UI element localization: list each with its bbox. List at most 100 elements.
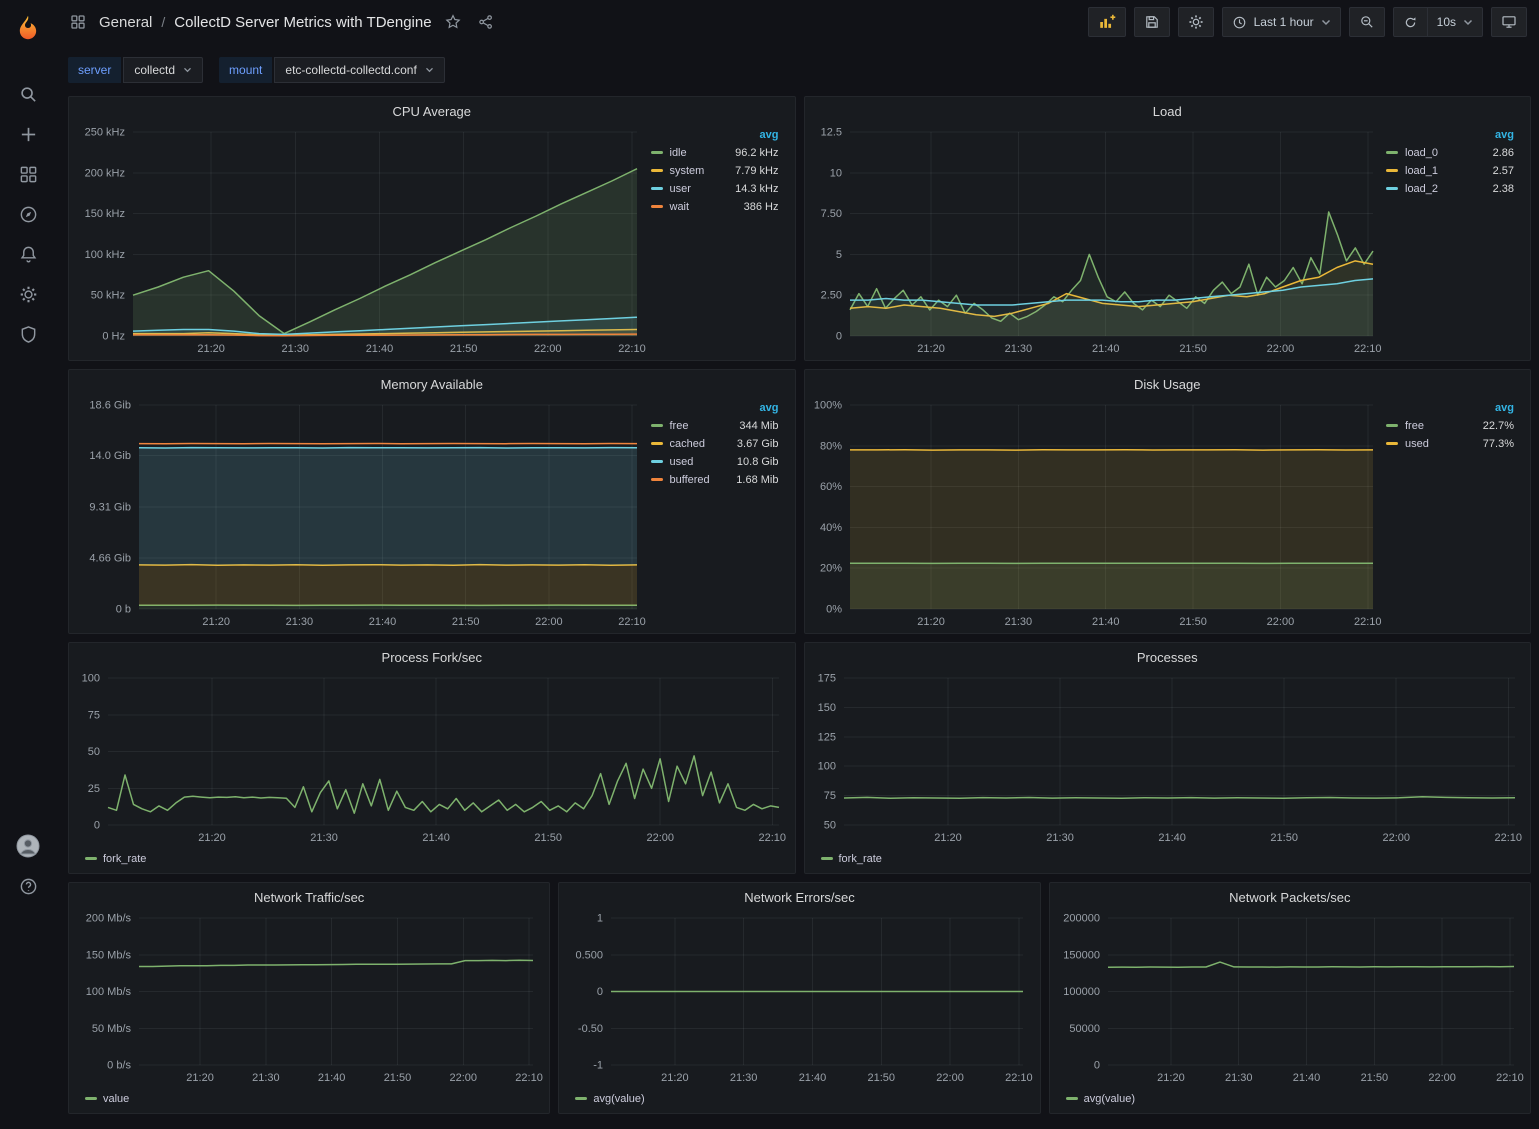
legend-item[interactable]: cached [649, 435, 725, 453]
panel-title[interactable]: Network Errors/sec [559, 883, 1039, 908]
grafana-logo[interactable] [8, 8, 48, 48]
svg-text:21:20: 21:20 [197, 343, 225, 355]
chart-network-traffic[interactable]: 0 b/s50 Mb/s100 Mb/s150 Mb/s200 Mb/s21:2… [75, 908, 543, 1087]
panel-title[interactable]: Processes [805, 643, 1531, 668]
help-icon [19, 877, 38, 896]
svg-text:21:30: 21:30 [1046, 832, 1074, 844]
svg-text:22:10: 22:10 [1494, 832, 1522, 844]
chart-memory-available[interactable]: 0 b4.66 Gib9.31 Gib14.0 Gib18.6 Gib21:20… [75, 395, 647, 631]
save-dashboard-button[interactable] [1134, 7, 1170, 37]
legend-avg-value: 2.38 [1475, 180, 1516, 198]
legend-row: load_12.57 [1384, 162, 1516, 180]
dashboard-settings-button[interactable] [1178, 7, 1214, 37]
legend-item[interactable]: idle [649, 144, 722, 162]
zoom-out-button[interactable] [1349, 7, 1385, 37]
cycle-view-button[interactable] [1491, 7, 1527, 37]
sidebar-item-dashboards[interactable] [10, 162, 46, 186]
main-area: General / CollectD Server Metrics with T… [56, 0, 1539, 1129]
legend-item[interactable]: used [1384, 435, 1459, 453]
svg-text:22:00: 22:00 [1266, 616, 1294, 628]
svg-text:21:20: 21:20 [934, 832, 962, 844]
sidebar-bottom [0, 834, 56, 898]
chart-load[interactable]: 02.5057.501012.521:2021:3021:4021:5022:0… [811, 122, 1383, 358]
series-color-swatch [575, 1097, 587, 1100]
variable-value-dropdown[interactable]: etc-collectd-collectd.conf [274, 57, 444, 83]
chart-processes[interactable]: 507510012515017521:2021:3021:4021:5022:0… [811, 668, 1525, 847]
legend-item[interactable]: used [649, 453, 725, 471]
svg-text:21:40: 21:40 [369, 616, 397, 628]
sidebar-item-server-admin[interactable] [10, 322, 46, 346]
svg-text:21:30: 21:30 [1004, 343, 1032, 355]
share-button[interactable] [474, 12, 498, 32]
svg-text:22:00: 22:00 [1428, 1072, 1456, 1084]
legend-item[interactable]: buffered [649, 471, 725, 489]
toolbar: Last 1 hour 10s [1088, 7, 1527, 37]
legend-item[interactable]: free [1384, 417, 1459, 435]
series-color-swatch [651, 187, 663, 190]
panel-title[interactable]: Network Traffic/sec [69, 883, 549, 908]
star-button[interactable] [441, 12, 465, 32]
panel-title[interactable]: Process Fork/sec [69, 643, 795, 668]
legend-item[interactable]: load_2 [1384, 180, 1475, 198]
sidebar-item-search[interactable] [10, 82, 46, 106]
legend-item[interactable]: system [649, 162, 722, 180]
grafana-flame-icon [14, 13, 42, 43]
refresh-interval-dropdown[interactable]: 10s [1427, 7, 1483, 37]
panel-cpu-average: CPU Average 0 Hz50 kHz100 kHz150 kHz200 … [68, 96, 796, 361]
panel-title[interactable]: Load [805, 97, 1531, 122]
svg-text:40%: 40% [819, 522, 841, 534]
sidebar-item-create[interactable] [10, 122, 46, 146]
legend-item[interactable]: avg(value) [575, 1093, 644, 1105]
svg-text:21:50: 21:50 [1270, 832, 1298, 844]
legend-row: free344 Mib [649, 417, 781, 435]
sidebar-item-help[interactable] [10, 874, 46, 898]
panel-title[interactable]: CPU Average [69, 97, 795, 122]
refresh-group: 10s [1393, 7, 1483, 37]
add-panel-button[interactable] [1088, 7, 1126, 37]
chart-disk-usage[interactable]: 0%20%40%60%80%100%21:2021:3021:4021:5022… [811, 395, 1383, 631]
panel-title[interactable]: Network Packets/sec [1050, 883, 1530, 908]
legend-spacer [649, 401, 725, 417]
legend-item[interactable]: fork_rate [821, 853, 882, 865]
user-avatar[interactable] [10, 834, 46, 858]
series-color-swatch [1386, 169, 1398, 172]
variable-value-dropdown[interactable]: collectd [123, 57, 203, 83]
chart-cpu-average[interactable]: 0 Hz50 kHz100 kHz150 kHz200 kHz250 kHz21… [75, 122, 647, 358]
panel-title[interactable]: Memory Available [69, 370, 795, 395]
legend-item[interactable]: fork_rate [85, 853, 146, 865]
chart-process-fork[interactable]: 025507510021:2021:3021:4021:5022:0022:10 [75, 668, 789, 847]
legend-item[interactable]: avg(value) [1066, 1093, 1135, 1105]
time-range-picker[interactable]: Last 1 hour [1222, 7, 1341, 37]
refresh-button[interactable] [1393, 7, 1428, 37]
legend-item[interactable]: value [85, 1093, 129, 1105]
series-color-swatch [651, 460, 663, 463]
chart-network-errors[interactable]: -1-0.5000.500121:2021:3021:4021:5022:002… [565, 908, 1033, 1087]
sidebar-item-alerting[interactable] [10, 242, 46, 266]
legend-item[interactable]: free [649, 417, 725, 435]
svg-text:22:10: 22:10 [1496, 1072, 1524, 1084]
svg-text:150 kHz: 150 kHz [85, 208, 125, 220]
panel-title[interactable]: Disk Usage [805, 370, 1531, 395]
legend-table: avgfree22.7%used77.3% [1384, 401, 1516, 453]
svg-text:21:20: 21:20 [202, 616, 230, 628]
legend-avg-value: 96.2 kHz [721, 144, 780, 162]
svg-text:100000: 100000 [1063, 986, 1100, 998]
legend-item[interactable]: load_0 [1384, 144, 1475, 162]
legend-item[interactable]: wait [649, 198, 722, 216]
sidebar-menu [10, 82, 46, 346]
legend-item[interactable]: load_1 [1384, 162, 1475, 180]
legend-row: free22.7% [1384, 417, 1516, 435]
legend-item-label: avg(value) [593, 1093, 644, 1105]
folder-grid-icon [66, 12, 90, 32]
legend-avg-value: 22.7% [1459, 417, 1516, 435]
svg-text:100: 100 [817, 761, 835, 773]
sidebar-item-configuration[interactable] [10, 282, 46, 306]
variable-label: server [68, 57, 121, 83]
breadcrumb-section[interactable]: General [99, 14, 152, 31]
svg-text:21:50: 21:50 [1179, 616, 1207, 628]
legend-spacer [1384, 401, 1459, 417]
legend-item[interactable]: user [649, 180, 722, 198]
sidebar-item-explore[interactable] [10, 202, 46, 226]
legend: fork_rate [805, 849, 1531, 873]
chart-network-packets[interactable]: 05000010000015000020000021:2021:3021:402… [1056, 908, 1524, 1087]
